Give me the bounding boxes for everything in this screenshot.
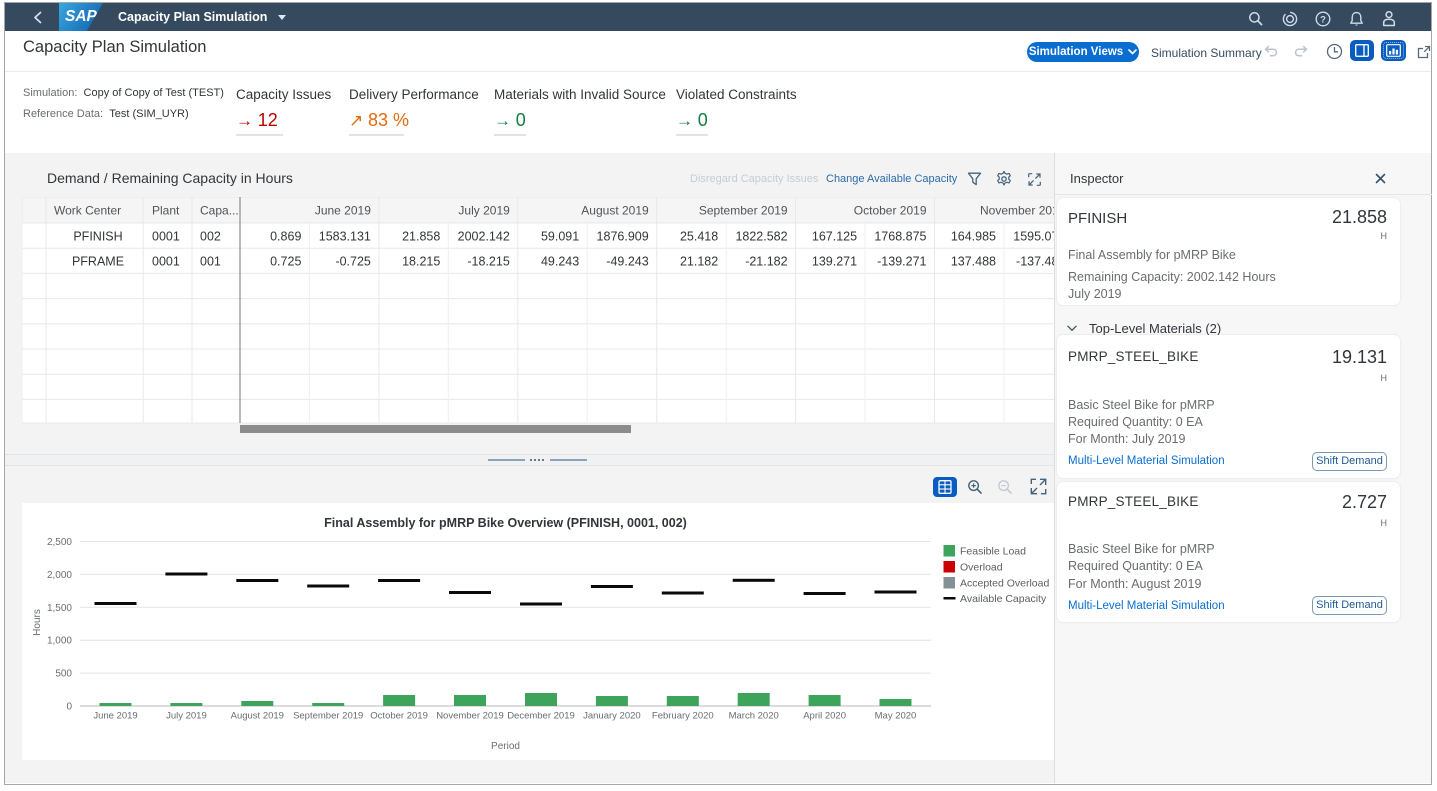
svg-text:?: ? xyxy=(1320,14,1326,25)
svg-text:November 2019: November 2019 xyxy=(436,711,504,722)
svg-text:-137.488: -137.488 xyxy=(1016,255,1054,269)
svg-text:21.182: 21.182 xyxy=(680,255,718,269)
svg-text:April 2020: April 2020 xyxy=(803,711,846,722)
svg-text:2,000: 2,000 xyxy=(47,570,72,581)
svg-text:167.125: 167.125 xyxy=(812,230,857,244)
svg-text:1,000: 1,000 xyxy=(47,636,72,647)
svg-text:March 2020: March 2020 xyxy=(729,711,779,722)
svg-text:October 2019: October 2019 xyxy=(854,204,927,218)
svg-text:1876.909: 1876.909 xyxy=(597,230,649,244)
svg-text:Accepted Overload: Accepted Overload xyxy=(960,578,1049,590)
svg-text:0001: 0001 xyxy=(152,255,180,269)
svg-text:-139.271: -139.271 xyxy=(877,255,926,269)
svg-text:1583.131: 1583.131 xyxy=(319,230,371,244)
svg-text:1768.875: 1768.875 xyxy=(874,230,926,244)
svg-text:Work Center: Work Center xyxy=(54,204,121,218)
svg-text:February 2020: February 2020 xyxy=(652,711,714,722)
svg-text:Hours: Hours xyxy=(32,609,43,636)
svg-text:21.858: 21.858 xyxy=(402,230,440,244)
svg-text:Capa...: Capa... xyxy=(200,204,239,218)
svg-text:0001: 0001 xyxy=(152,230,180,244)
svg-text:2002.142: 2002.142 xyxy=(458,230,510,244)
svg-text:January 2020: January 2020 xyxy=(583,711,641,722)
svg-text:-0.725: -0.725 xyxy=(335,255,370,269)
svg-text:49.243: 49.243 xyxy=(541,255,579,269)
svg-text:0.725: 0.725 xyxy=(270,255,301,269)
svg-text:500: 500 xyxy=(55,669,72,680)
svg-text:1822.582: 1822.582 xyxy=(735,230,787,244)
svg-text:Overload: Overload xyxy=(960,562,1003,574)
svg-text:June 2019: June 2019 xyxy=(93,711,137,722)
svg-text:164.985: 164.985 xyxy=(951,230,996,244)
svg-text:May 2020: May 2020 xyxy=(875,711,917,722)
svg-text:001: 001 xyxy=(200,255,221,269)
svg-text:1,500: 1,500 xyxy=(47,603,72,614)
svg-text:18.215: 18.215 xyxy=(402,255,440,269)
svg-text:0: 0 xyxy=(66,702,72,713)
svg-text:September 2019: September 2019 xyxy=(699,204,788,218)
svg-text:Available Capacity: Available Capacity xyxy=(960,593,1047,605)
svg-text:139.271: 139.271 xyxy=(812,255,857,269)
svg-text:0.869: 0.869 xyxy=(270,230,301,244)
svg-text:1595.072: 1595.072 xyxy=(1013,230,1054,244)
svg-text:July 2019: July 2019 xyxy=(458,204,510,218)
svg-text:July 2019: July 2019 xyxy=(166,711,207,722)
svg-text:Final Assembly for pMRP Bike O: Final Assembly for pMRP Bike Overview (P… xyxy=(324,516,687,530)
svg-text:-21.182: -21.182 xyxy=(745,255,787,269)
svg-text:October 2019: October 2019 xyxy=(370,711,428,722)
svg-text:2,500: 2,500 xyxy=(47,537,72,548)
svg-text:August 2019: August 2019 xyxy=(581,204,649,218)
svg-text:November 2019: November 2019 xyxy=(980,204,1054,218)
svg-text:PFRAME: PFRAME xyxy=(72,255,124,269)
svg-text:-18.215: -18.215 xyxy=(467,255,509,269)
svg-text:Plant: Plant xyxy=(152,204,180,218)
svg-text:PFINISH: PFINISH xyxy=(73,230,122,244)
svg-text:June 2019: June 2019 xyxy=(315,204,371,218)
svg-text:August 2019: August 2019 xyxy=(231,711,284,722)
svg-text:137.488: 137.488 xyxy=(951,255,996,269)
svg-text:Feasible Load: Feasible Load xyxy=(960,546,1026,558)
svg-text:Period: Period xyxy=(491,741,520,752)
svg-text:002: 002 xyxy=(200,230,221,244)
svg-text:December 2019: December 2019 xyxy=(507,711,575,722)
svg-text:September 2019: September 2019 xyxy=(293,711,363,722)
svg-text:-49.243: -49.243 xyxy=(606,255,648,269)
svg-text:59.091: 59.091 xyxy=(541,230,579,244)
svg-text:25.418: 25.418 xyxy=(680,230,718,244)
